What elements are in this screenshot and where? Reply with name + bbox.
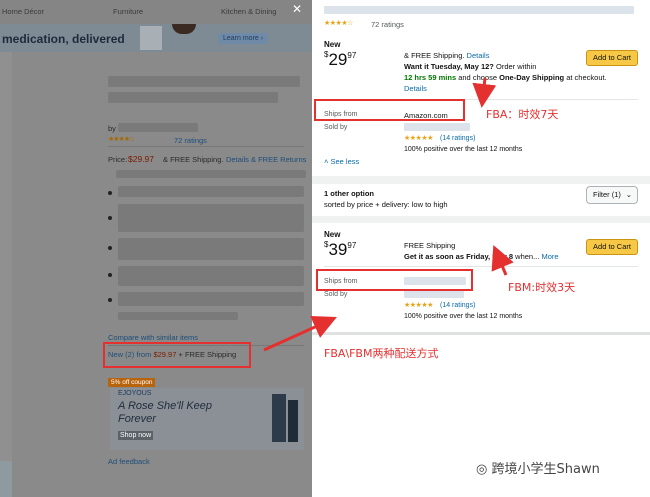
both-annotation: FBA\FBM两种配送方式	[324, 347, 439, 360]
fbm-annotation: FBM:时效3天	[508, 281, 576, 294]
arrow-to-delivery	[491, 244, 514, 276]
watermark: ◎ 跨境小学生Shawn	[476, 462, 600, 477]
wechat-icon: ◎	[476, 462, 488, 477]
annotation-arrows	[263, 77, 514, 352]
arrow-to-fba	[472, 77, 497, 108]
arrow-to-panel	[263, 316, 337, 352]
fba-annotation: FBA：时效7天	[486, 108, 559, 121]
